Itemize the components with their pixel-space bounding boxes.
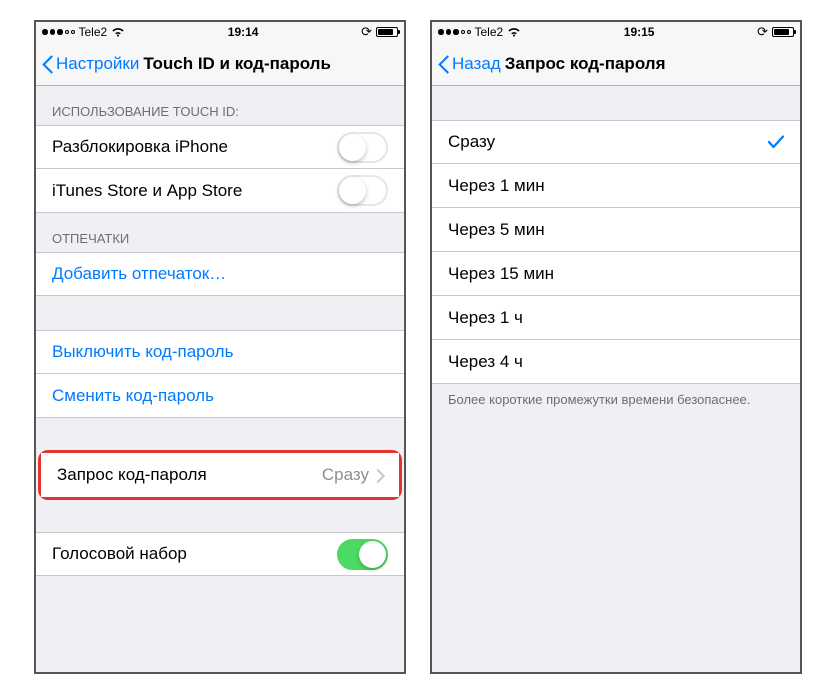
spacer: [36, 296, 404, 330]
row-label: iTunes Store и App Store: [52, 181, 337, 201]
option-row[interactable]: Через 5 мин: [432, 208, 800, 252]
chevron-left-icon: [42, 54, 54, 74]
row-turn-off-passcode[interactable]: Выключить код-пароль: [36, 330, 404, 374]
carrier-label: Tele2: [475, 25, 504, 39]
option-label: Через 1 ч: [448, 308, 784, 328]
nav-title: Touch ID и код-пароль: [143, 54, 331, 74]
row-label: Разблокировка iPhone: [52, 137, 337, 157]
options-list: Сразу Через 1 мин Через 5 мин Через 15 мин Ч…: [432, 120, 800, 384]
option-row[interactable]: Через 4 ч: [432, 340, 800, 384]
chevron-left-icon: [438, 54, 450, 74]
content-area: ИСПОЛЬЗОВАНИЕ TOUCH ID: Разблокировка iP…: [36, 86, 404, 672]
option-label: Через 15 мин: [448, 264, 784, 284]
option-row[interactable]: Через 1 мин: [432, 164, 800, 208]
back-label: Назад: [452, 54, 501, 74]
status-right: ⟳: [757, 24, 794, 40]
row-label: Добавить отпечаток…: [52, 264, 388, 284]
content-area: Сразу Через 1 мин Через 5 мин Через 15 мин Ч…: [432, 86, 800, 672]
status-left: Tele2: [42, 25, 125, 39]
row-label: Выключить код-пароль: [52, 342, 388, 362]
row-require-passcode[interactable]: Запрос код-пароля Сразу: [41, 453, 399, 497]
status-bar: Tele2 19:15 ⟳: [432, 22, 800, 42]
nav-bar: Назад Запрос код-пароля: [432, 42, 800, 86]
option-row[interactable]: Сразу: [432, 120, 800, 164]
status-bar: Tele2 19:14 ⟳: [36, 22, 404, 42]
wifi-icon: [507, 27, 521, 37]
battery-icon: [376, 27, 398, 37]
back-button[interactable]: Назад: [438, 54, 501, 74]
section-footer: Более короткие промежутки времени безопа…: [432, 384, 800, 415]
carrier-label: Tele2: [79, 25, 108, 39]
orientation-lock-icon: ⟳: [757, 24, 768, 40]
switch-unlock-iphone[interactable]: [337, 132, 388, 163]
row-label: Сменить код-пароль: [52, 386, 388, 406]
orientation-lock-icon: ⟳: [361, 24, 372, 40]
row-itunes-appstore[interactable]: iTunes Store и App Store: [36, 169, 404, 213]
nav-title: Запрос код-пароля: [505, 54, 666, 74]
spacer: [432, 86, 800, 120]
battery-icon: [772, 27, 794, 37]
highlight-require-passcode: Запрос код-пароля Сразу: [38, 450, 402, 500]
spacer: [36, 418, 404, 452]
section-header-touchid: ИСПОЛЬЗОВАНИЕ TOUCH ID:: [36, 86, 404, 125]
signal-dots-icon: [42, 29, 75, 35]
row-unlock-iphone[interactable]: Разблокировка iPhone: [36, 125, 404, 169]
option-label: Через 4 ч: [448, 352, 784, 372]
checkmark-icon: [768, 135, 784, 149]
option-label: Сразу: [448, 132, 768, 152]
section-header-fingerprints: ОТПЕЧАТКИ: [36, 213, 404, 252]
row-change-passcode[interactable]: Сменить код-пароль: [36, 374, 404, 418]
signal-dots-icon: [438, 29, 471, 35]
row-label: Запрос код-пароля: [57, 465, 322, 485]
phone-right: Tele2 19:15 ⟳ Назад Запрос код-пароля Ср…: [430, 20, 802, 674]
nav-bar: Настройки Touch ID и код-пароль: [36, 42, 404, 86]
clock-label: 19:14: [228, 25, 259, 39]
wifi-icon: [111, 27, 125, 37]
option-row[interactable]: Через 1 ч: [432, 296, 800, 340]
row-add-fingerprint[interactable]: Добавить отпечаток…: [36, 252, 404, 296]
status-left: Tele2: [438, 25, 521, 39]
status-right: ⟳: [361, 24, 398, 40]
option-label: Через 5 мин: [448, 220, 784, 240]
back-button[interactable]: Настройки: [42, 54, 139, 74]
spacer: [36, 498, 404, 532]
phone-left: Tele2 19:14 ⟳ Настройки Touch ID и код-п…: [34, 20, 406, 674]
back-label: Настройки: [56, 54, 139, 74]
option-label: Через 1 мин: [448, 176, 784, 196]
row-detail: Сразу: [322, 465, 369, 485]
row-label: Голосовой набор: [52, 544, 337, 564]
row-voice-dial[interactable]: Голосовой набор: [36, 532, 404, 576]
clock-label: 19:15: [624, 25, 655, 39]
option-row[interactable]: Через 15 мин: [432, 252, 800, 296]
switch-voice-dial[interactable]: [337, 539, 388, 570]
chevron-right-icon: [375, 469, 383, 482]
switch-itunes-appstore[interactable]: [337, 175, 388, 206]
